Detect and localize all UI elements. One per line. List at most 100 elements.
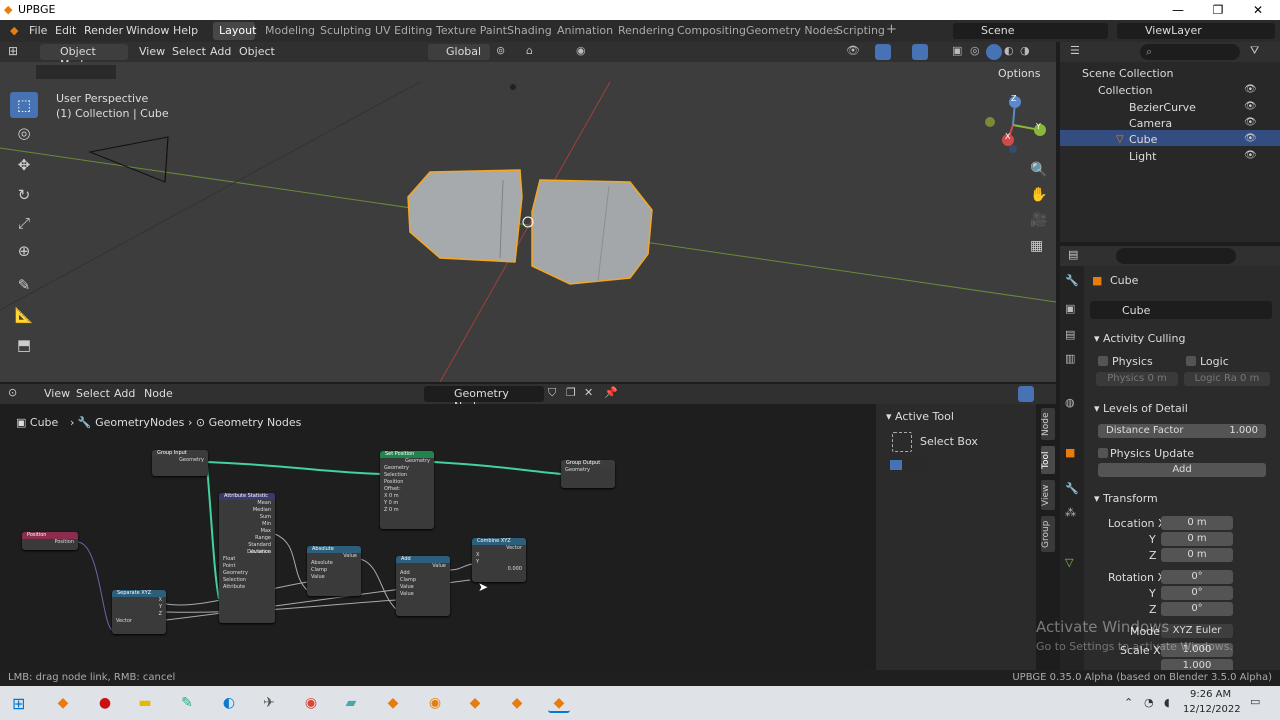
output-tab-icon[interactable]: ▤ (1065, 328, 1075, 341)
node-add[interactable]: Add Value Add Clamp Value Value (396, 556, 450, 616)
node-set-position[interactable]: Set Position Geometry Geometry Selection… (380, 451, 434, 529)
transform-tool-icon[interactable]: ⊕ (10, 238, 38, 264)
location-x-field[interactable]: 0 m (1161, 516, 1233, 530)
menu-window[interactable]: Window (126, 24, 169, 37)
pan-hand-icon[interactable]: ✋ (1030, 187, 1047, 203)
tab-layout[interactable]: Layout (219, 24, 256, 37)
properties-search[interactable] (1116, 248, 1236, 264)
filter-icon[interactable]: ⛛ (1250, 44, 1259, 58)
menu-edit[interactable]: Edit (55, 24, 76, 37)
scene-tab-icon[interactable]: ◍ (1065, 396, 1075, 409)
viewport-menu-select[interactable]: Select (172, 45, 206, 58)
logic-checkbox[interactable] (1186, 356, 1196, 366)
upbge-app-icon-active[interactable]: ◆ (548, 693, 570, 713)
fake-user-icon[interactable]: ⛉ (548, 386, 556, 400)
node-tree-selector[interactable]: Geometry Nodes (424, 386, 544, 413)
tab-texture-paint[interactable]: Texture Paint (436, 24, 507, 37)
app-icon[interactable]: ✎ (176, 693, 198, 713)
tab-rendering[interactable]: Rendering (618, 24, 674, 37)
outliner-collection[interactable]: Collection (1098, 84, 1152, 97)
add-cube-tool-icon[interactable]: ⬒ (10, 332, 38, 358)
render-tab-icon[interactable]: ▣ (1065, 302, 1075, 315)
duplicate-icon[interactable]: ❐ (566, 386, 576, 399)
tab-scripting[interactable]: Scripting (836, 24, 885, 37)
node-separate-xyz[interactable]: Separate XYZ X Y Z Vector (112, 590, 166, 634)
zoom-icon[interactable]: 🔍 (1030, 162, 1047, 178)
tab-geometry-nodes[interactable]: Geometry Nodes (746, 24, 839, 37)
upbge-app-icon[interactable]: ◆ (506, 693, 528, 713)
particles-tab-icon[interactable]: ⁂ (1065, 506, 1076, 519)
overlay-toggle-icon[interactable] (912, 44, 928, 60)
node-menu-node[interactable]: Node (144, 387, 173, 400)
node-group-input[interactable]: Group Input Geometry (152, 450, 208, 476)
viewport-menu-view[interactable]: View (139, 45, 165, 58)
view-layer-tab-icon[interactable]: ▥ (1065, 352, 1075, 365)
rotate-tool-icon[interactable]: ↻ (10, 182, 38, 208)
node-combine-xyz[interactable]: Combine XYZ Vector X Y 0.000 (472, 538, 526, 582)
data-tab-icon[interactable]: ▽ (1065, 556, 1073, 569)
upbge-app-icon[interactable]: ◆ (464, 693, 486, 713)
upbge-app-icon[interactable]: ◆ (52, 693, 74, 713)
annotate-tool-icon[interactable]: ✎ (10, 272, 38, 298)
properties-editor-icon[interactable]: ▤ (1068, 248, 1078, 261)
node-editor-canvas[interactable]: ▣ Cube › 🔧 GeometryNodes › ⊙ Geometry No… (0, 404, 870, 670)
edge-browser-icon[interactable]: ◐ (218, 693, 240, 713)
tray-chevron-icon[interactable]: ⌃ (1124, 696, 1133, 709)
rotation-z-field[interactable]: 0° (1161, 602, 1233, 616)
rotation-y-field[interactable]: 0° (1161, 586, 1233, 600)
active-tool-panel[interactable]: ▾ Active Tool (886, 410, 954, 423)
node-menu-add[interactable]: Add (114, 387, 135, 400)
camera-view-icon[interactable]: 🎥 (1030, 212, 1047, 228)
measure-tool-icon[interactable]: 📐 (10, 302, 38, 328)
maximize-button[interactable]: ❐ (1198, 0, 1238, 20)
snap-icon[interactable]: ⌂ (526, 44, 533, 57)
blender-logo-icon[interactable]: ◆ (10, 24, 18, 37)
unlink-icon[interactable]: ✕ (584, 386, 593, 399)
node-menu-select[interactable]: Select (76, 387, 110, 400)
gizmo-toggle-icon[interactable] (875, 44, 891, 60)
tab-group[interactable]: Group (1041, 516, 1055, 552)
node-attribute-statistic[interactable]: Attribute Statistic Mean Median Sum Min … (219, 493, 275, 623)
rotation-mode-dropdown[interactable]: XYZ Euler (1161, 624, 1233, 638)
rendered-shading-icon[interactable]: ◑ (1020, 44, 1030, 57)
object-name-field[interactable]: Cube (1090, 301, 1272, 319)
tab-modeling[interactable]: Modeling (265, 24, 315, 37)
menu-render[interactable]: Render (84, 24, 123, 37)
tab-animation[interactable]: Animation (557, 24, 613, 37)
eye-icon[interactable]: 👁 (1244, 84, 1257, 95)
selection-mode-buttons[interactable] (888, 458, 930, 472)
app-icon[interactable]: ✈ (258, 693, 280, 713)
outliner-scene-collection[interactable]: Scene Collection (1082, 67, 1173, 80)
eye-icon[interactable]: 👁 (1244, 150, 1257, 161)
blender-app-icon[interactable]: ◉ (424, 693, 446, 713)
viewport-menu-add[interactable]: Add (210, 45, 231, 58)
upbge-app-icon[interactable]: ◆ (382, 693, 404, 713)
panel-activity-culling[interactable]: ▾ Activity Culling (1094, 332, 1185, 345)
clock-date[interactable]: 12/12/2022 (1183, 704, 1241, 715)
location-y-field[interactable]: 0 m (1161, 532, 1233, 546)
object-tab-icon[interactable]: ■ (1065, 446, 1075, 459)
panel-levels-of-detail[interactable]: ▾ Levels of Detail (1094, 402, 1188, 415)
pivot-icon[interactable]: ⊚ (496, 44, 505, 57)
volume-icon[interactable]: ◖ (1164, 696, 1170, 709)
cursor-tool-icon[interactable]: ◎ (10, 120, 38, 146)
tab-view[interactable]: View (1041, 480, 1055, 510)
outliner-item-light[interactable]: Light (1116, 150, 1156, 163)
editor-type-icon[interactable]: ⊞ (8, 44, 18, 58)
move-tool-icon[interactable]: ✥ (10, 152, 38, 178)
outliner-item-cube[interactable]: Cube (1116, 133, 1157, 146)
eye-icon[interactable]: 👁 (1244, 133, 1257, 144)
tab-sculpting[interactable]: Sculpting (320, 24, 371, 37)
3d-viewport[interactable]: ⬚ ◎ ✥ ↻ ⤢ ⊕ ✎ 📐 ⬒ User Perspective (1) C… (0, 62, 1056, 382)
location-z-field[interactable]: 0 m (1161, 548, 1233, 562)
node-position[interactable]: Position Position (22, 532, 78, 550)
tab-tool[interactable]: Tool (1041, 446, 1055, 474)
close-button[interactable]: ✕ (1238, 0, 1278, 20)
tab-uv-editing[interactable]: UV Editing (375, 24, 432, 37)
orientation-dropdown[interactable]: Global (428, 44, 490, 60)
app-icon[interactable]: ● (94, 693, 116, 713)
file-explorer-icon[interactable]: ▬ (134, 693, 156, 713)
eye-icon[interactable]: 👁 (1244, 117, 1257, 128)
node-menu-view[interactable]: View (44, 387, 70, 400)
add-lod-button[interactable]: Add (1098, 463, 1266, 477)
